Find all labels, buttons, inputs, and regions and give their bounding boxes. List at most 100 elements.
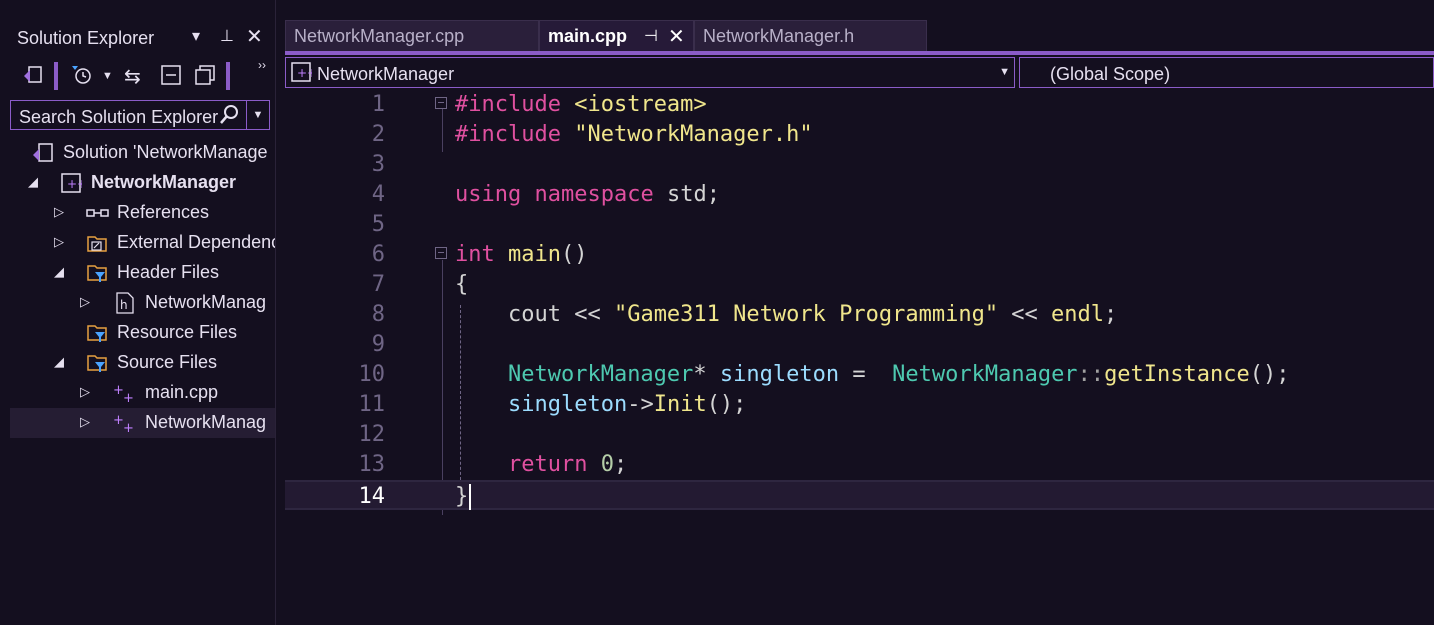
pending-changes-icon[interactable]	[70, 64, 94, 92]
external-deps-icon	[86, 232, 108, 254]
tree-item-label: External Dependenc	[117, 232, 276, 252]
svg-text:+: +	[123, 421, 134, 434]
line-number: 13	[358, 452, 386, 477]
toolbar-separator	[226, 62, 230, 90]
solution-explorer-panel: Solution Explorer ▾ ⊥ ✕ ▼ ⇆ ›› Search So…	[0, 0, 276, 625]
fold-toggle-icon[interactable]	[435, 97, 447, 109]
tab-label: NetworkManager.h	[703, 26, 855, 46]
tree-item-networkmanager-cpp[interactable]: ▷ + + NetworkManag	[10, 408, 275, 438]
code-line-current: 14 }	[285, 480, 1434, 510]
tree-item-networkmanager-h[interactable]: ▷ h NetworkManag	[10, 288, 275, 318]
tree-item-label: NetworkManag	[145, 292, 267, 312]
tree-item-external-dependencies[interactable]: ▷ External Dependenc	[10, 228, 275, 258]
tree-item-resource-files[interactable]: Resource Files	[10, 318, 275, 348]
tree-item-label: Header Files	[117, 262, 220, 282]
code-line: 6 int main()	[285, 240, 1434, 270]
expanded-arrow-icon[interactable]: ◢	[54, 354, 64, 370]
collapsed-arrow-icon[interactable]: ▷	[80, 414, 90, 430]
filter-folder-icon	[86, 352, 108, 374]
tree-item-references[interactable]: ▷ References	[10, 198, 275, 228]
pin-icon[interactable]: ⊥	[220, 26, 234, 46]
cpp-file-icon: + +	[112, 382, 134, 406]
line-number: 9	[371, 332, 385, 357]
tree-item-label: main.cpp	[145, 382, 219, 402]
collapsed-arrow-icon[interactable]: ▷	[54, 234, 64, 250]
project-icon: ++	[290, 61, 317, 83]
line-number: 7	[371, 272, 385, 297]
close-icon[interactable]: ✕	[246, 24, 263, 49]
code-line: 3	[285, 150, 1434, 180]
search-input[interactable]: Search Solution Explorer ▼	[10, 100, 270, 130]
navigation-bar: ++ NetworkManager ▼ (Global Scope)	[285, 57, 1434, 89]
svg-text:h: h	[120, 298, 128, 312]
tree-item-label: References	[117, 202, 210, 222]
line-number: 10	[358, 362, 386, 387]
tree-item-label: NetworkManag	[145, 412, 267, 432]
collapsed-arrow-icon[interactable]: ▷	[80, 294, 90, 310]
tree-item-project[interactable]: ◢ ++ NetworkManager	[10, 168, 275, 198]
search-options-dropdown[interactable]: ▼	[246, 101, 269, 129]
code-text: singleton->Init();	[507, 392, 747, 417]
collapsed-arrow-icon[interactable]: ▷	[54, 204, 64, 220]
filter-folder-icon	[86, 322, 108, 344]
code-editor[interactable]: 1 #include <iostream> 2 #include "Networ…	[285, 90, 1434, 625]
search-placeholder: Search Solution Explorer	[19, 107, 219, 127]
expanded-arrow-icon[interactable]: ◢	[54, 264, 64, 280]
tree-item-header-files[interactable]: ◢ Header Files	[10, 258, 275, 288]
line-number: 11	[358, 392, 386, 417]
svg-text:+: +	[123, 391, 134, 404]
sync-icon[interactable]: ⇆	[124, 64, 141, 89]
pin-icon[interactable]: ⊣	[644, 26, 658, 46]
solution-icon	[32, 142, 54, 164]
line-number: 2	[371, 122, 385, 147]
code-line: 1 #include <iostream>	[285, 90, 1434, 120]
global-scope-dropdown[interactable]: (Global Scope)	[1019, 57, 1434, 88]
vs-switch-views-icon[interactable]	[22, 64, 44, 92]
tree-item-solution[interactable]: Solution 'NetworkManage	[10, 138, 275, 168]
code-text: #include <iostream>	[455, 92, 707, 117]
code-line: 11 singleton->Init();	[285, 390, 1434, 420]
chevron-down-icon[interactable]: ▼	[999, 66, 1010, 78]
collapse-all-icon[interactable]	[160, 64, 182, 92]
tab-networkmanager-cpp[interactable]: NetworkManager.cpp	[285, 20, 539, 52]
active-tab-indicator	[285, 51, 1434, 55]
filter-folder-icon	[86, 262, 108, 284]
code-line: 4 using namespace std;	[285, 180, 1434, 210]
project-icon: ++	[60, 172, 87, 194]
cpp-file-icon: + +	[112, 412, 134, 436]
header-file-icon: h	[114, 292, 136, 314]
code-line: 2 #include "NetworkManager.h"	[285, 120, 1434, 150]
close-icon[interactable]: ✕	[668, 24, 685, 49]
tree-item-main-cpp[interactable]: ▷ + + main.cpp	[10, 378, 275, 408]
code-line: 9	[285, 330, 1434, 360]
collapsed-arrow-icon[interactable]: ▷	[80, 384, 90, 400]
fold-toggle-icon[interactable]	[435, 247, 447, 259]
solution-explorer-title: Solution Explorer	[17, 28, 155, 48]
expanded-arrow-icon[interactable]: ◢	[28, 174, 38, 190]
code-text: return 0;	[507, 452, 628, 477]
code-text: using namespace std;	[455, 182, 720, 207]
show-all-files-icon[interactable]	[194, 64, 216, 92]
chevron-down-icon[interactable]: ▼	[102, 70, 113, 82]
line-number: 12	[358, 422, 386, 447]
tab-label: NetworkManager.cpp	[294, 26, 465, 46]
tree-item-source-files[interactable]: ◢ Source Files	[10, 348, 275, 378]
panel-options-icon[interactable]: ▾	[192, 26, 200, 46]
tab-label: main.cpp	[548, 26, 628, 46]
tree-item-label: Resource Files	[117, 322, 238, 342]
svg-text:++: ++	[67, 177, 82, 191]
overflow-icon[interactable]: ››	[258, 58, 266, 72]
search-icon[interactable]	[219, 104, 239, 132]
tab-networkmanager-h[interactable]: NetworkManager.h	[694, 20, 927, 52]
references-icon	[86, 202, 109, 224]
toolbar-separator	[54, 62, 58, 90]
code-line: 5	[285, 210, 1434, 240]
text-cursor	[469, 484, 472, 510]
line-number: 8	[371, 302, 385, 327]
project-scope-label: NetworkManager	[317, 64, 455, 84]
code-text: {	[455, 272, 469, 297]
global-scope-label: (Global Scope)	[1050, 64, 1171, 84]
project-scope-dropdown[interactable]: ++ NetworkManager ▼	[285, 57, 1015, 88]
tab-main-cpp[interactable]: main.cpp ⊣ ✕	[539, 20, 694, 52]
editor-tab-bar: NetworkManager.cpp main.cpp ⊣ ✕ NetworkM…	[285, 20, 1434, 52]
